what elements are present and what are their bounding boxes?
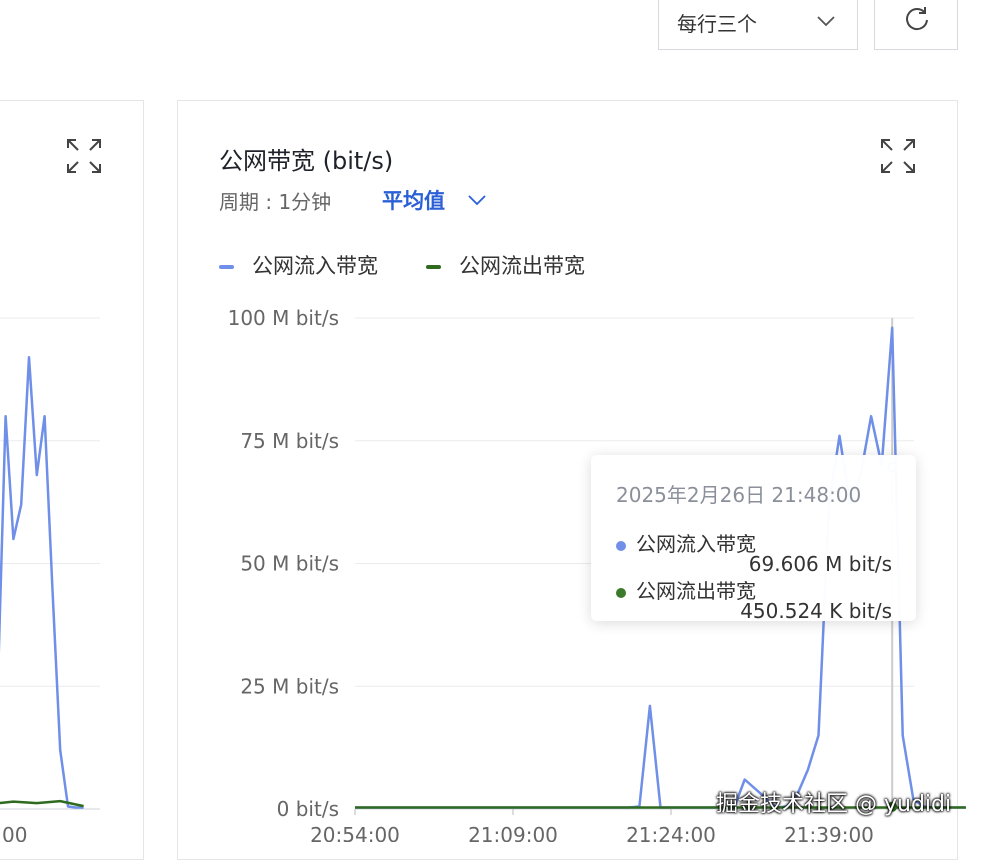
tooltip-dot [616,540,626,551]
tooltip-row-outbound: 公网流出带宽 [616,575,756,604]
x-tick-label: 21:24:00 [626,823,716,842]
x-tick-label: 20:54:00 [310,823,400,842]
tooltip-series-name: 公网流出带宽 [636,579,756,603]
watermark: 掘金技术社区 @ yudidi [716,792,952,817]
tooltip-row-inbound: 公网流入带宽 [616,528,756,557]
tooltip-value-inbound: 69.606 M bit/s [748,552,892,576]
tooltip-series-name: 公网流入带宽 [636,532,756,556]
y-tick-label: 50 M bit/s [240,552,339,576]
chart-canvas: 0 bit/s 25 M bit/s 50 M bit/s 75 M bit/s 100… [0,306,966,842]
x-tick-label: 21:09:00 [468,823,558,842]
x-tick-label: 00 [2,823,27,842]
tooltip-time: 2025年2月26日 21:48:00 [616,483,862,507]
chart-tooltip: 2025年2月26日 21:48:00 公网流入带宽 69.606 M bit/… [591,455,916,623]
y-tick-label: 100 M bit/s [228,306,339,330]
tooltip-value-outbound: 450.524 K bit/s [740,599,892,623]
tooltip-dot [616,587,626,598]
y-tick-label: 25 M bit/s [240,674,339,698]
left-series-line-outbound [0,799,84,808]
left-series-line-inbound [0,356,84,809]
y-tick-label: 0 bit/s [277,797,339,821]
y-tick-label: 75 M bit/s [240,429,339,453]
x-tick-label: 21:39:00 [784,823,874,842]
